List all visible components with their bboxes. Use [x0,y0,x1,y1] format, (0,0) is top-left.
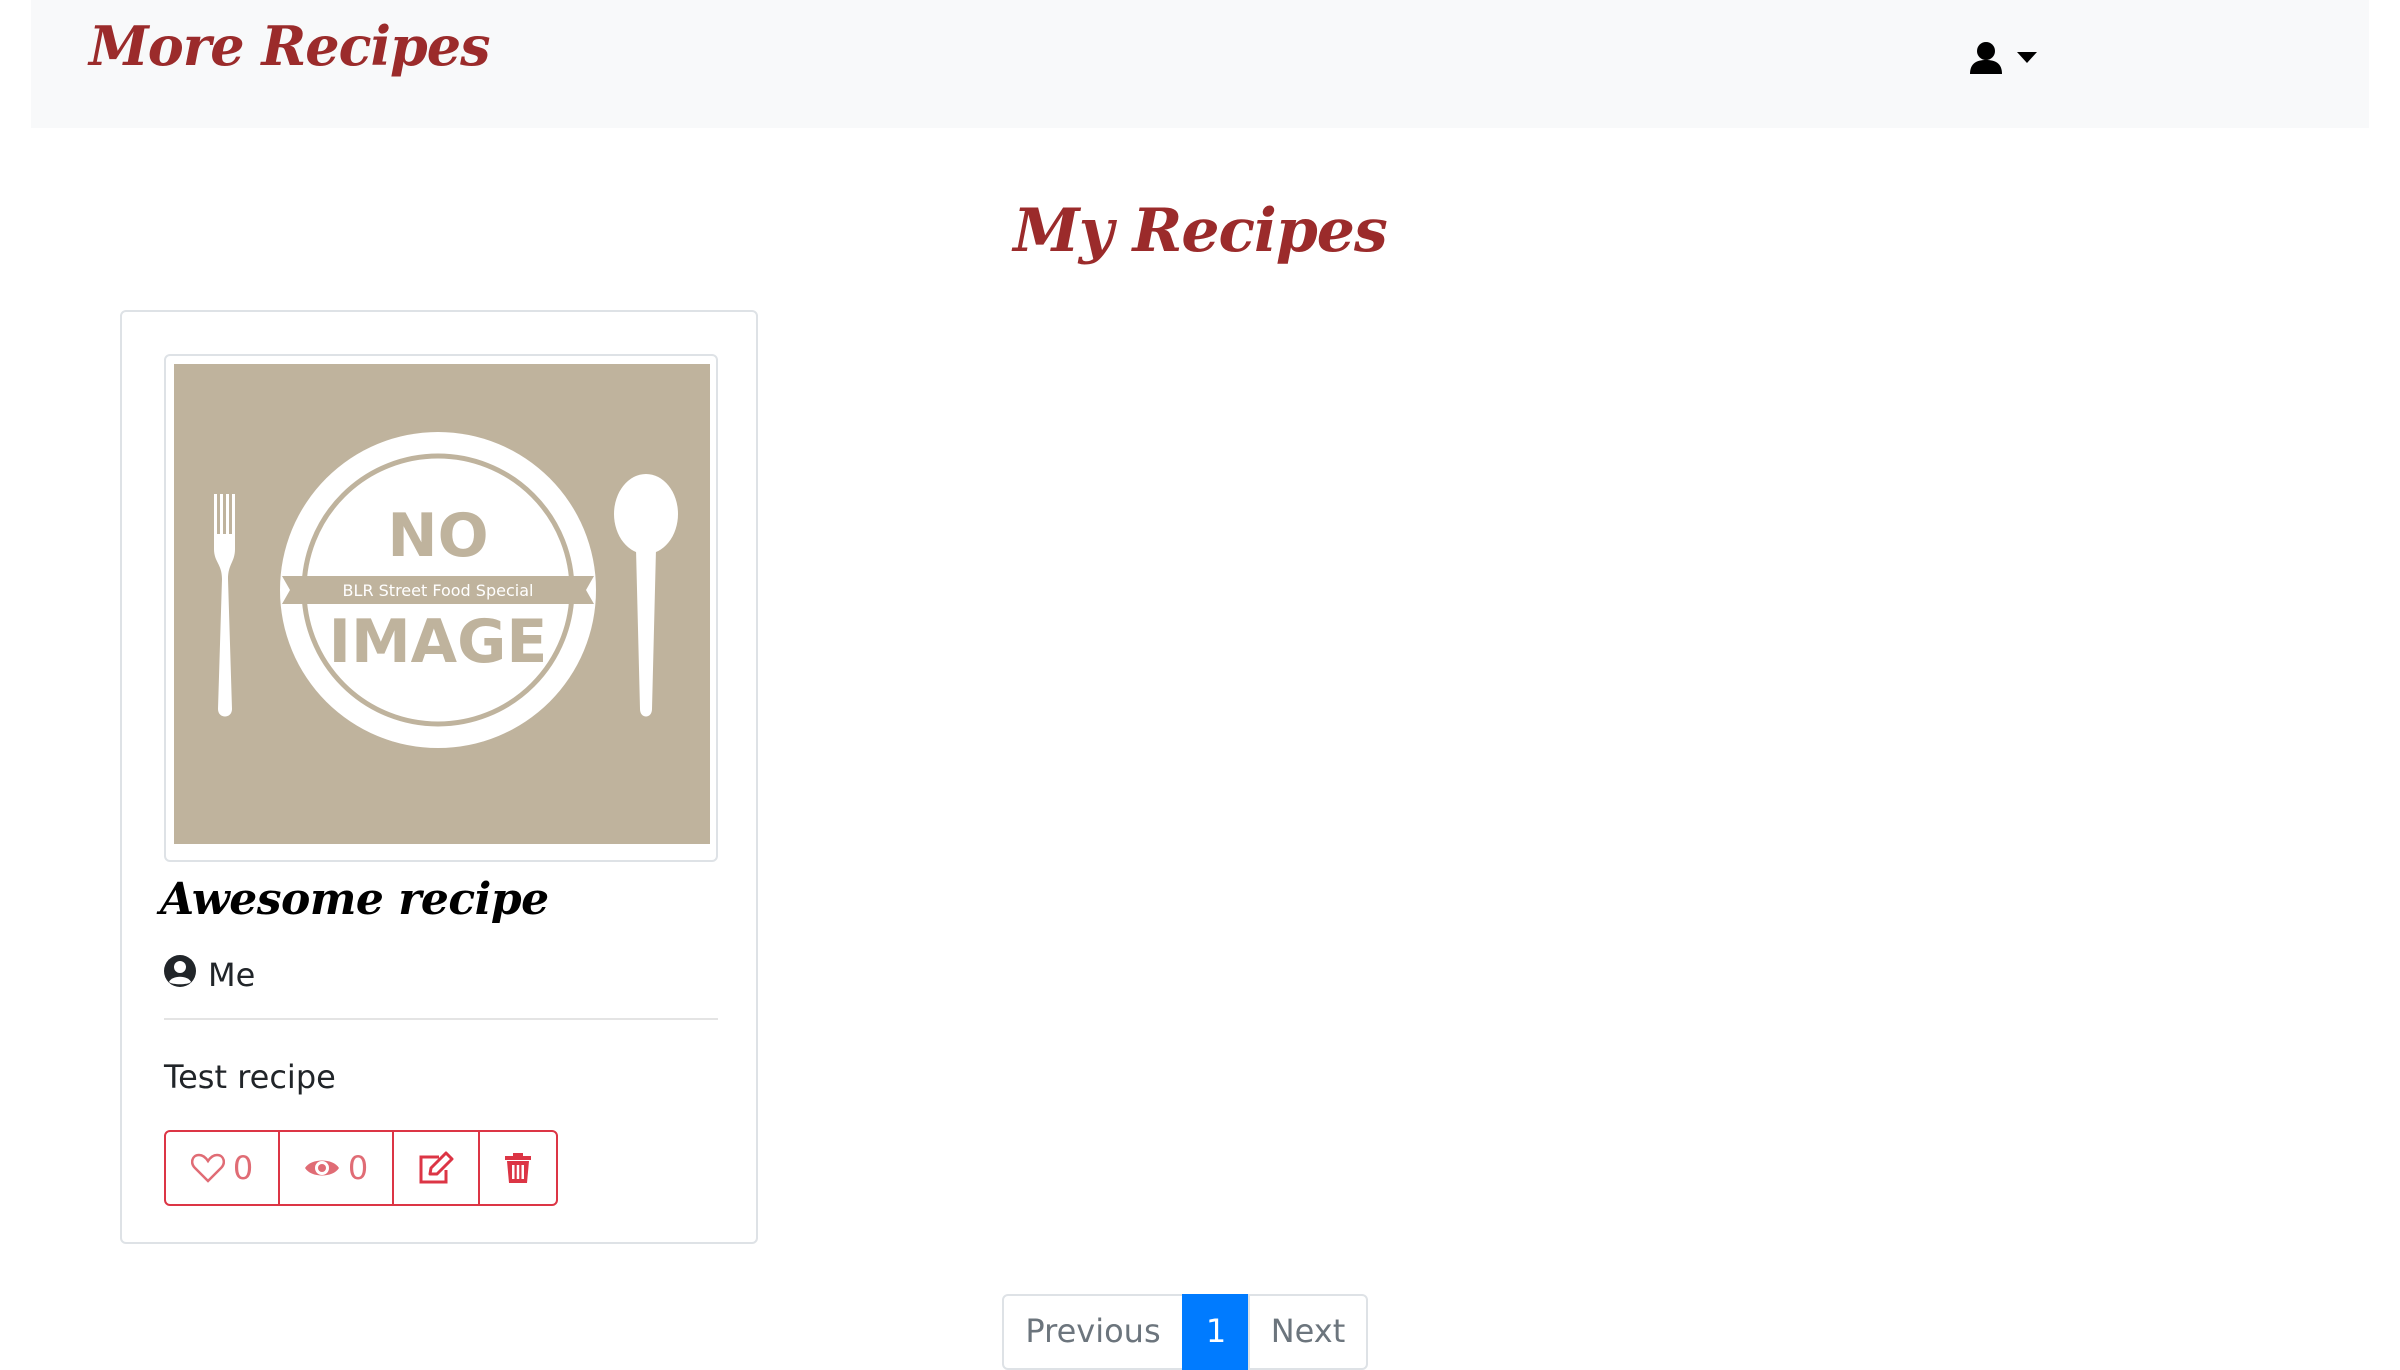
recipe-description: Test recipe [164,1058,336,1096]
author-name: Me [208,956,256,994]
recipe-actions: 0 0 [164,1130,558,1206]
delete-button[interactable] [478,1130,558,1206]
caret-down-icon [2017,52,2037,64]
recipe-card[interactable]: NO BLR Street Food Special IMAGE Awesome… [120,310,758,1244]
edit-button[interactable] [392,1130,480,1206]
pagination-next[interactable]: Next [1248,1294,1368,1370]
card-divider [164,1018,718,1020]
brand-logo-link[interactable]: More Recipes [89,14,491,78]
placeholder-badge-top: NO [387,501,488,571]
user-circle-icon [164,955,208,995]
like-count: 0 [232,1149,254,1187]
recipe-title[interactable]: Awesome recipe [160,874,549,925]
page-title: My Recipes [1013,196,1387,266]
heart-icon [190,1153,225,1183]
recipe-author: Me [164,952,255,998]
recipe-image[interactable]: NO BLR Street Food Special IMAGE [164,354,718,862]
pagination: Previous 1 Next [1002,1294,1368,1370]
view-count: 0 [347,1149,369,1187]
navbar: More Recipes [31,0,2369,128]
edit-icon [417,1151,455,1185]
views-button[interactable]: 0 [278,1130,394,1206]
placeholder-badge-bottom: IMAGE [329,607,548,677]
pagination-page-1[interactable]: 1 [1182,1294,1250,1370]
user-icon [1969,41,2003,75]
like-button[interactable]: 0 [164,1130,280,1206]
pagination-previous[interactable]: Previous [1002,1294,1184,1370]
placeholder-ribbon-text: BLR Street Food Special [343,581,534,600]
trash-icon [504,1152,532,1184]
user-menu-dropdown[interactable] [1969,36,2085,80]
eye-icon [304,1156,340,1180]
no-image-placeholder: NO BLR Street Food Special IMAGE [174,364,710,844]
